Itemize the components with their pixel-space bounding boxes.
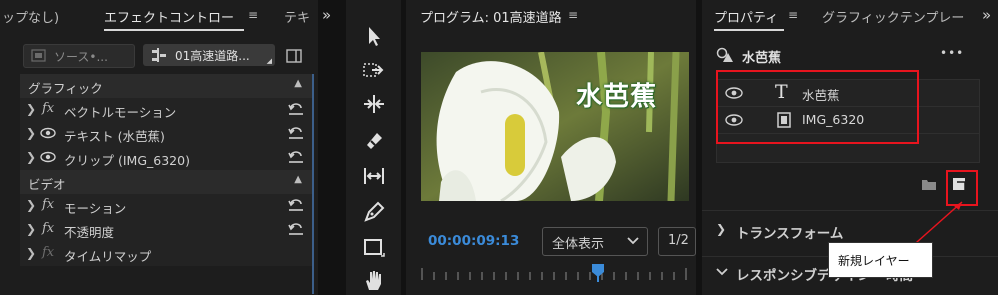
track-select-forward-icon[interactable] (362, 58, 386, 82)
tab-effect-controls[interactable]: エフェクトコントロー (104, 7, 234, 26)
section-header-graphics[interactable]: グラフィック ▲ (20, 74, 314, 98)
folder-icon[interactable] (921, 178, 937, 191)
program-title[interactable]: プログラム: 01高速道路 (420, 7, 562, 26)
source-selector[interactable]: ソース•... (23, 44, 135, 68)
collapse-icon[interactable]: ▲ (294, 174, 302, 185)
effect-label: 不透明度 (64, 225, 115, 240)
effect-row[interactable]: ❯ クリップ (IMG_6320) (20, 146, 314, 170)
effect-row[interactable]: ❯ fx モーション (20, 194, 314, 218)
effect-label: タイムリマップ (64, 249, 152, 264)
program-tab-bar: プログラム: 01高速道路 ≡ (406, 0, 696, 32)
chevron-right-icon[interactable]: ❯ (26, 150, 36, 164)
zoom-select[interactable]: 全体表示 (542, 227, 648, 256)
chevron-right-icon[interactable]: ❯ (26, 198, 36, 212)
section-label: ビデオ (28, 177, 66, 192)
effect-label: クリップ (IMG_6320) (64, 153, 190, 168)
effect-controls-panel: ップなし) エフェクトコントロー ≡ テキ ソース•... 01高速道路... … (0, 0, 318, 295)
chevron-right-icon[interactable]: ❯ (26, 102, 36, 116)
video-image (421, 52, 689, 201)
properties-overflow-icon[interactable]: » (982, 6, 991, 24)
source-clip-bar: ソース•... 01高速道路... ◢ (0, 38, 318, 70)
fx-icon[interactable]: fx (42, 197, 54, 212)
section-label: グラフィック (28, 81, 103, 96)
effects-tab-bar: ップなし) エフェクトコントロー ≡ テキ (0, 0, 318, 32)
reset-icon[interactable] (288, 126, 304, 140)
effect-row[interactable]: ❯ fx タイムリマップ (20, 242, 314, 266)
effect-label: モーション (64, 201, 127, 216)
slip-icon[interactable] (362, 164, 386, 188)
fx-icon[interactable]: fx (42, 245, 54, 260)
eye-icon[interactable] (40, 127, 56, 139)
playhead-timecode[interactable]: 00:00:09:13 (428, 233, 519, 249)
new-layer-tooltip: 新規レイヤー (828, 242, 933, 278)
timeline-indicator-line (312, 74, 314, 294)
source-label: ソース•... (54, 50, 108, 64)
clip-selector[interactable]: 01高速道路... ◢ (143, 44, 275, 66)
resolution-select[interactable]: 1/2 (658, 227, 696, 256)
program-monitor-panel: プログラム: 01高速道路 ≡ 水芭蕉 00:00:09:13 全体表示 1/2 (406, 0, 696, 295)
panel-toggle-icon[interactable] (286, 49, 302, 63)
selection-tool-icon[interactable] (362, 24, 386, 48)
reset-icon[interactable] (288, 222, 304, 236)
tab-properties[interactable]: プロパティ (714, 7, 778, 26)
ripple-edit-icon[interactable] (362, 92, 386, 116)
pen-icon[interactable] (362, 200, 386, 224)
active-tab-underline (104, 29, 244, 31)
video-title-overlay: 水芭蕉 (576, 82, 658, 112)
sequence-icon (152, 48, 166, 62)
effect-row[interactable]: ❯ テキスト (水芭蕉) (20, 122, 314, 146)
active-tab-underline (714, 29, 784, 31)
chevron-right-icon[interactable]: ❯ (26, 246, 36, 260)
program-menu-icon[interactable]: ≡ (568, 8, 578, 22)
chevron-down-icon[interactable] (716, 268, 728, 276)
playback-ruler[interactable] (420, 262, 688, 282)
clip-dropdown-icon: ◢ (266, 57, 272, 65)
tab-text[interactable]: テキ (284, 7, 310, 26)
panel-overflow-icon[interactable]: » (322, 6, 331, 24)
razor-icon[interactable] (362, 128, 386, 152)
graphic-icon (716, 47, 733, 62)
effect-row[interactable]: ❯ fx ベクトルモーション (20, 98, 314, 122)
reset-icon[interactable] (288, 150, 304, 164)
effect-list: グラフィック ▲ ❯ fx ベクトルモーション ❯ テキスト (水芭蕉) ❯ ク… (20, 74, 314, 266)
properties-tab-bar: プロパティ ≡ グラフィックテンプレー » (702, 0, 998, 32)
section-header-video[interactable]: ビデオ ▲ (20, 170, 314, 194)
layers-highlight-box (716, 70, 919, 144)
chevron-right-icon[interactable]: ❯ (716, 222, 726, 236)
effect-row[interactable]: ❯ fx 不透明度 (20, 218, 314, 242)
tooltip-text: 新規レイヤー (838, 254, 910, 268)
section-transform[interactable]: トランスフォーム (736, 222, 843, 242)
chevron-right-icon[interactable]: ❯ (26, 126, 36, 140)
fx-icon[interactable]: fx (42, 221, 54, 236)
program-video-frame[interactable]: 水芭蕉 (421, 52, 689, 201)
source-icon (31, 49, 46, 62)
tab-graphic-templates[interactable]: グラフィックテンプレー (822, 7, 964, 26)
effect-label: ベクトルモーション (64, 105, 177, 120)
rectangle-icon[interactable] (362, 236, 386, 260)
effect-label: テキスト (水芭蕉) (64, 129, 165, 144)
chevron-right-icon[interactable]: ❯ (26, 222, 36, 236)
fx-icon[interactable]: fx (42, 101, 54, 116)
eye-icon[interactable] (40, 151, 56, 163)
collapse-icon[interactable]: ▲ (294, 78, 302, 89)
chevron-down-icon (627, 237, 639, 245)
reset-icon[interactable] (288, 102, 304, 116)
effects-panel-menu-icon[interactable]: ≡ (248, 8, 258, 22)
tools-panel (346, 0, 401, 295)
graphic-name: 水芭蕉 (742, 51, 782, 66)
clip-label: 01高速道路... (175, 49, 250, 63)
properties-menu-icon[interactable]: ≡ (788, 8, 798, 22)
tab-previous[interactable]: ップなし) (2, 7, 59, 26)
hand-icon[interactable] (362, 268, 386, 292)
resolution-value: 1/2 (668, 233, 689, 248)
more-options-icon[interactable]: ••• (940, 46, 964, 60)
reset-icon[interactable] (288, 198, 304, 212)
zoom-value: 全体表示 (552, 237, 605, 252)
